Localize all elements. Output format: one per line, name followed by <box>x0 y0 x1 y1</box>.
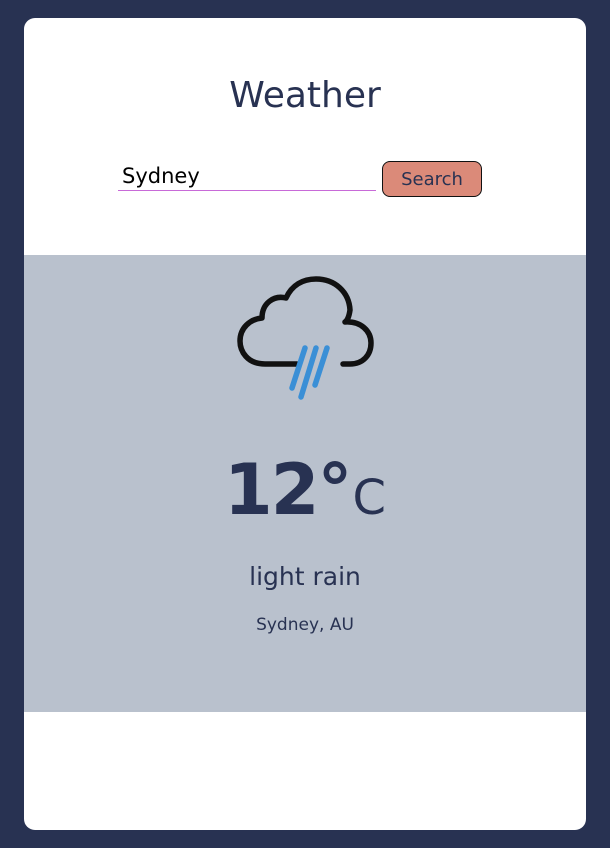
location-label: Sydney, AU <box>256 615 354 635</box>
temperature-display: 12°C <box>24 450 586 538</box>
weather-description: light rain <box>249 562 361 591</box>
city-search-input[interactable] <box>118 161 376 191</box>
temperature-unit: C <box>352 470 386 526</box>
weather-card: Weather Search 12°C light rain Sydney, A… <box>24 18 586 830</box>
rain-cloud-icon <box>237 276 374 400</box>
search-button[interactable]: Search <box>382 161 482 197</box>
temperature-value: 12° <box>224 449 352 531</box>
weather-panel: 12°C light rain Sydney, AU <box>24 255 586 712</box>
page-title: Weather <box>229 75 381 116</box>
